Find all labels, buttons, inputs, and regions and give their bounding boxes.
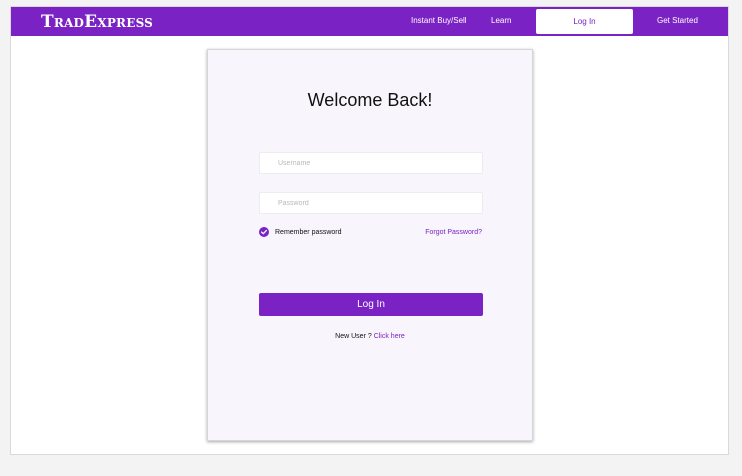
new-user-text: New User ? <box>335 333 374 340</box>
app-frame: TRADEXPRESS Instant Buy/Sell Learn Log I… <box>10 6 729 455</box>
nav-learn[interactable]: Learn <box>491 16 511 25</box>
logo-letter-t: T <box>41 12 54 32</box>
login-submit-button[interactable]: Log In <box>259 293 483 316</box>
logo-text-xpress: XPRESS <box>97 16 154 30</box>
logo-letter-e: E <box>84 12 98 32</box>
page-title: Welcome Back! <box>307 90 433 110</box>
logo[interactable]: TRADEXPRESS <box>41 12 153 32</box>
nav-instant-buy-sell[interactable]: Instant Buy/Sell <box>411 16 467 25</box>
username-input[interactable] <box>259 152 483 174</box>
check-circle-icon[interactable] <box>259 227 269 237</box>
navbar: TRADEXPRESS Instant Buy/Sell Learn Log I… <box>11 7 728 36</box>
remember-password-label: Remember password <box>275 228 342 236</box>
new-user-prompt: New User ? Click here <box>208 333 532 340</box>
logo-text-rad: RAD <box>53 16 85 30</box>
nav-get-started[interactable]: Get Started <box>657 16 698 25</box>
password-input[interactable] <box>259 192 483 214</box>
login-card: Welcome Back! Remember password Forgot P… <box>207 49 533 441</box>
signup-link[interactable]: Click here <box>374 333 405 340</box>
nav-login-button[interactable]: Log In <box>536 9 633 34</box>
forgot-password-link[interactable]: Forgot Password? <box>425 229 482 236</box>
remember-password-checkbox[interactable]: Remember password <box>259 227 342 237</box>
